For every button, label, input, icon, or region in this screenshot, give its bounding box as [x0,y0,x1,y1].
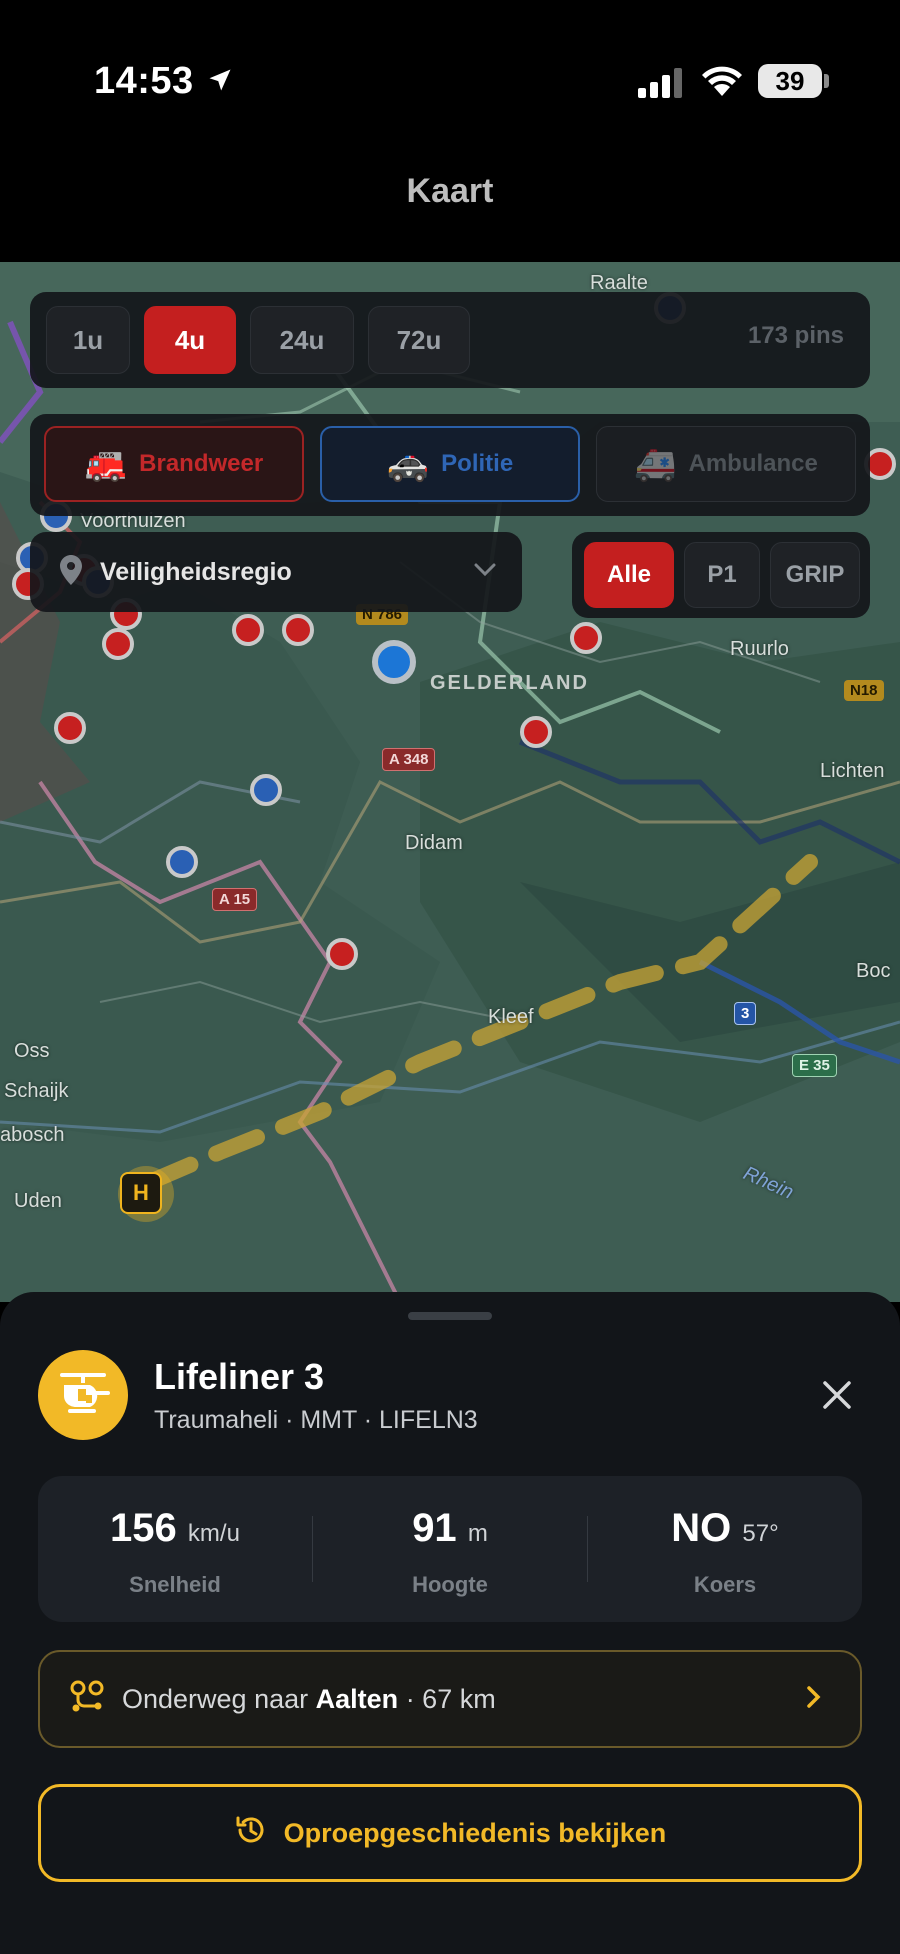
road-shield: A 348 [382,748,436,771]
route-text: Onderweg naar Aalten · 67 km [122,1684,806,1715]
police-car-icon: 🚓 [386,445,430,483]
stat-speed-value: 156 [110,1506,177,1550]
incident-pin[interactable] [250,774,282,806]
incident-pin[interactable] [570,622,602,654]
filter-label: Brandweer [139,450,264,477]
vehicle-name: Lifeliner 3 [154,1356,325,1397]
priority-filter-bar: Alle P1 GRIP [572,532,870,618]
stat-heading: NO 57° Koers [588,1476,862,1622]
stat-speed-unit: km/u [187,1520,240,1547]
map-label: Kleef [488,1006,534,1028]
road-shield: N18 [844,680,884,701]
stat-speed-label: Snelheid [129,1572,221,1597]
map-label: Oss [14,1040,50,1062]
sheet-grabber[interactable] [408,1312,492,1320]
route-button[interactable]: Onderweg naar Aalten · 67 km [38,1650,862,1748]
fire-truck-icon: 🚒 [84,445,128,483]
pins-count: 173 pins [747,322,844,349]
region-label: GELDERLAND [430,672,589,694]
priority-chip-alle[interactable]: Alle [584,542,674,608]
time-chip-1u[interactable]: 1u [46,306,130,374]
map-label: Schaijk [4,1080,69,1102]
time-chip-24u[interactable]: 24u [250,306,354,374]
filter-brandweer-button[interactable]: 🚒 Brandweer [44,426,304,502]
map-label: Lichten [820,760,885,782]
history-icon [234,1813,268,1854]
incident-pin[interactable] [102,628,134,660]
map-label: Boc [856,960,891,982]
call-history-label: Oproepgeschiedenis bekijken [283,1817,667,1848]
location-pin-icon [60,554,82,590]
close-button[interactable] [812,1372,862,1422]
chevron-down-icon [474,563,496,582]
priority-chip-p1[interactable]: P1 [684,542,760,608]
chevron-right-icon [806,1685,822,1714]
stat-altitude: 91 m Hoogte [313,1476,587,1622]
road-shield: E 35 [792,1054,837,1077]
time-filter-bar: 1u 4u 24u 72u 173 pins [30,292,870,388]
incident-pin[interactable] [520,716,552,748]
stat-heading-unit: 57° [742,1520,779,1547]
road-shield: A 15 [212,888,258,911]
wifi-icon [700,64,744,103]
cellular-signal-icon [638,68,686,103]
incident-pin[interactable] [282,614,314,646]
filter-label: Ambulance [688,450,818,477]
incident-pin[interactable] [232,614,264,646]
call-history-button[interactable]: Oproepgeschiedenis bekijken [38,1784,862,1882]
stat-speed: 156 km/u Snelheid [38,1476,312,1622]
ambulance-icon: 🚑 [634,445,677,483]
route-distance: · 67 km [405,1683,496,1714]
vehicle-avatar [38,1350,128,1440]
status-time: 14:53 [94,60,194,102]
page-title: Kaart [406,172,494,210]
helicopter-icon [54,1371,112,1420]
region-select-label: Veiligheidsregio [100,557,292,586]
route-prefix: Onderweg naar [122,1683,309,1714]
route-destination: Aalten [315,1683,399,1714]
road-shield: 3 [734,1002,757,1025]
stat-heading-value: NO [671,1506,732,1550]
stat-altitude-label: Hoogte [412,1572,488,1597]
location-arrow-icon [206,66,234,99]
battery-icon: 39 [758,64,822,98]
route-icon [70,1680,104,1719]
priority-chip-grip[interactable]: GRIP [770,542,860,608]
stat-altitude-value: 91 [412,1506,457,1550]
vehicle-subtitle: Traumaheli · MMT · LIFELN3 [154,1406,478,1434]
stat-altitude-unit: m [467,1520,488,1547]
close-icon [822,1380,852,1415]
vehicle-detail-sheet: Lifeliner 3 Traumaheli · MMT · LIFELN3 1… [0,1292,900,1954]
map-label: Uden [14,1190,62,1212]
time-chip-4u[interactable]: 4u [144,306,236,374]
service-filter-bar: 🚒 Brandweer 🚓 Politie 🚑 Ambulance [30,414,870,516]
incident-pin-selected[interactable] [372,640,416,684]
stat-heading-label: Koers [693,1572,757,1597]
map-label: Didam [405,832,463,854]
time-chip-72u[interactable]: 72u [368,306,470,374]
incident-pin[interactable] [166,846,198,878]
map-label: Ruurlo [730,638,789,660]
incident-pin[interactable] [326,938,358,970]
status-bar: 14:53 39 [0,0,900,160]
filter-politie-button[interactable]: 🚓 Politie [320,426,580,502]
filter-label: Politie [441,450,514,477]
region-select[interactable]: Veiligheidsregio [30,532,522,612]
battery-tip [824,74,829,88]
vehicle-stats: 156 km/u Snelheid 91 m Hoogte NO 57° Koe… [38,1476,862,1622]
helicopter-marker[interactable]: H [120,1172,162,1214]
map-label: abosch [0,1124,65,1146]
incident-pin[interactable] [54,712,86,744]
filter-ambulance-button[interactable]: 🚑 Ambulance [596,426,856,502]
